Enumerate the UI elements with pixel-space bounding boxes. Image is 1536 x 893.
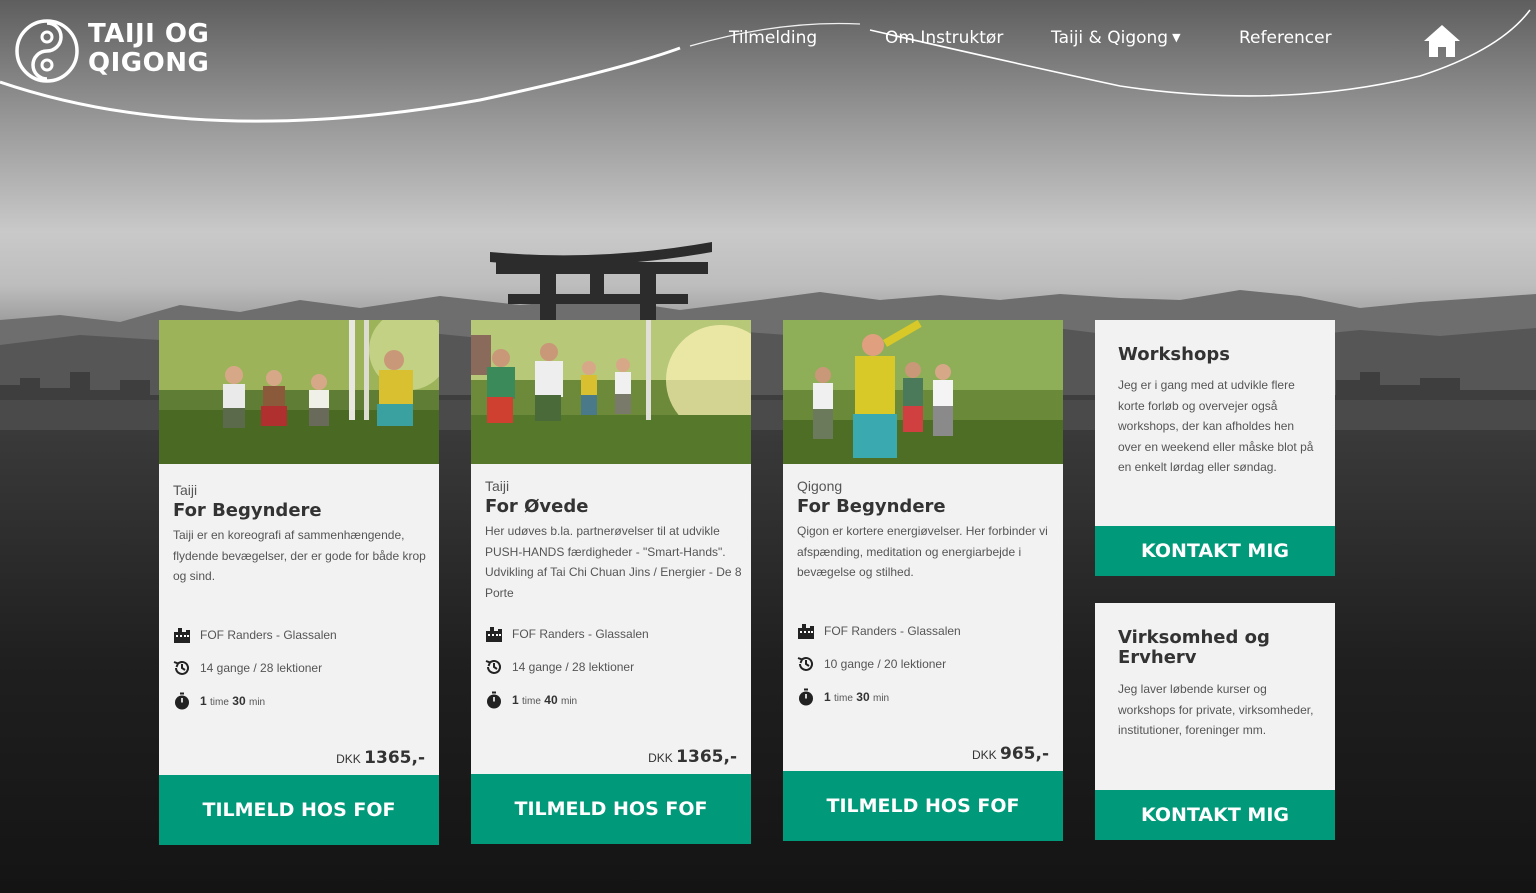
course-photo: [159, 320, 439, 464]
course-photo: [471, 320, 751, 464]
course-duration: 1 time 30 min: [824, 690, 890, 704]
course-duration: 1 time 30 min: [200, 694, 266, 708]
home-icon: [1424, 25, 1460, 57]
history-icon: [797, 656, 813, 671]
course-location: FOF Randers - Glassalen: [200, 628, 337, 642]
nav-item-om-instruktor[interactable]: Om Instruktør: [885, 28, 1003, 48]
nav-item-referencer[interactable]: Referencer: [1239, 28, 1332, 48]
course-category: Taiji: [173, 482, 198, 498]
course-location: FOF Randers - Glassalen: [512, 627, 649, 641]
building-icon: [174, 628, 190, 643]
nav-item-taiji-qigong-label: Taiji & Qigong: [1051, 28, 1169, 48]
course-location-row: FOF Randers - Glassalen: [485, 623, 649, 645]
course-sessions: 10 gange / 20 lektioner: [824, 657, 947, 671]
course-sessions-row: 14 gange / 28 lektioner: [485, 656, 634, 678]
course-duration: 1 time 40 min: [512, 693, 578, 707]
stopwatch-icon: [175, 692, 189, 710]
building-icon: [798, 624, 814, 639]
course-title: For Begyndere: [173, 500, 322, 521]
course-duration-row: 1 time 30 min: [173, 690, 265, 712]
course-duration-row: 1 time 30 min: [797, 686, 889, 708]
stopwatch-icon: [799, 688, 813, 706]
course-sessions-row: 14 gange / 28 lektioner: [173, 657, 322, 679]
workshops-description: Jeg er i gang med at udvikle flere korte…: [1118, 378, 1314, 474]
course-card-qigong-begyndere: Qigong For Begyndere Qigon er kortere en…: [783, 320, 1063, 841]
course-price: DKK 965,-: [971, 744, 1049, 764]
course-price: DKK 1365,-: [336, 748, 425, 768]
course-card-taiji-begyndere: Taiji For Begyndere Taiji er en koreogra…: [159, 320, 439, 845]
course-description: Taiji er en koreografi af sammenhængende…: [173, 528, 426, 583]
caret-down-icon: ▼: [1172, 31, 1181, 44]
home-button[interactable]: [1422, 22, 1462, 60]
course-card-taiji-ovede: Taiji For Øvede Her udøves b.la. partner…: [471, 320, 751, 844]
course-sessions: 14 gange / 28 lektioner: [200, 661, 323, 675]
course-description: Her udøves b.la. partnerøvelser til at u…: [485, 524, 742, 600]
workshops-card: Workshops Jeg er i gang med at udvikle f…: [1095, 320, 1335, 576]
history-icon: [173, 660, 189, 675]
course-duration-row: 1 time 40 min: [485, 689, 577, 711]
signup-fof-button[interactable]: TILMELD HOS FOF: [783, 771, 1063, 841]
nav-item-taiji-qigong[interactable]: Taiji & Qigong ▼: [1051, 28, 1181, 48]
workshops-title: Workshops: [1118, 344, 1230, 365]
course-location: FOF Randers - Glassalen: [824, 624, 961, 638]
course-title: For Øvede: [485, 496, 589, 517]
course-description: Qigon er kortere energiøvelser. Her forb…: [797, 524, 1048, 579]
stopwatch-icon: [487, 691, 501, 709]
signup-fof-button[interactable]: TILMELD HOS FOF: [471, 774, 751, 844]
contact-me-button[interactable]: KONTAKT MIG: [1095, 790, 1335, 840]
business-description: Jeg laver løbende kurser og workshops fo…: [1118, 682, 1314, 737]
course-sessions: 14 gange / 28 lektioner: [512, 660, 635, 674]
history-icon: [485, 659, 501, 674]
course-title: For Begyndere: [797, 496, 946, 517]
business-title: Virksomhed og Ervherv: [1118, 627, 1270, 668]
main-nav: Tilmelding Om Instruktør Taiji & Qigong ▼…: [0, 28, 1536, 56]
building-icon: [486, 627, 502, 642]
course-category: Qigong: [797, 478, 843, 494]
signup-fof-button[interactable]: TILMELD HOS FOF: [159, 775, 439, 845]
course-sessions-row: 10 gange / 20 lektioner: [797, 653, 946, 675]
course-location-row: FOF Randers - Glassalen: [173, 624, 337, 646]
course-price: DKK 1365,-: [648, 747, 737, 767]
business-card: Virksomhed og Ervherv Jeg laver løbende …: [1095, 603, 1335, 840]
course-location-row: FOF Randers - Glassalen: [797, 620, 961, 642]
nav-item-tilmelding[interactable]: Tilmelding: [729, 28, 817, 48]
contact-me-button[interactable]: KONTAKT MIG: [1095, 526, 1335, 576]
course-category: Taiji: [485, 478, 510, 494]
course-photo: [783, 320, 1063, 464]
